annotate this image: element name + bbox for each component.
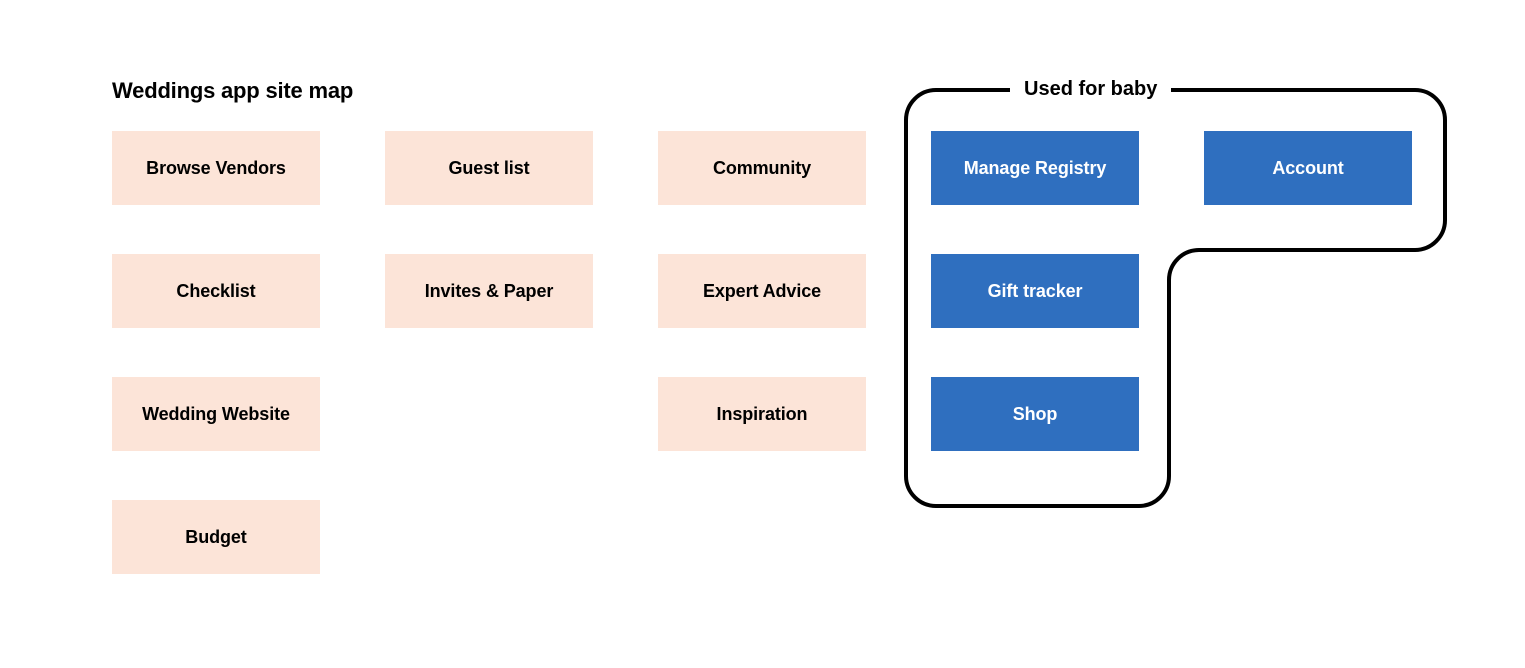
node-gift-tracker: Gift tracker — [931, 254, 1139, 328]
node-manage-registry: Manage Registry — [931, 131, 1139, 205]
node-label: Gift tracker — [988, 281, 1083, 302]
node-label: Browse Vendors — [146, 158, 286, 179]
node-label: Guest list — [448, 158, 529, 179]
node-guest-list: Guest list — [385, 131, 593, 205]
node-label: Budget — [185, 527, 246, 548]
node-browse-vendors: Browse Vendors — [112, 131, 320, 205]
group-label: Used for baby — [1010, 78, 1171, 101]
node-label: Checklist — [176, 281, 255, 302]
diagram-title: Weddings app site map — [112, 78, 353, 104]
node-inspiration: Inspiration — [658, 377, 866, 451]
node-label: Expert Advice — [703, 281, 821, 302]
node-label: Wedding Website — [142, 404, 290, 425]
node-budget: Budget — [112, 500, 320, 574]
node-label: Manage Registry — [964, 158, 1107, 179]
sitemap-diagram: Weddings app site map Used for baby Brow… — [0, 0, 1525, 668]
node-account: Account — [1204, 131, 1412, 205]
node-wedding-website: Wedding Website — [112, 377, 320, 451]
node-label: Inspiration — [717, 404, 808, 425]
node-expert-advice: Expert Advice — [658, 254, 866, 328]
node-community: Community — [658, 131, 866, 205]
node-label: Account — [1272, 158, 1343, 179]
node-shop: Shop — [931, 377, 1139, 451]
node-checklist: Checklist — [112, 254, 320, 328]
node-invites-paper: Invites & Paper — [385, 254, 593, 328]
node-label: Shop — [1013, 404, 1058, 425]
node-label: Community — [713, 158, 811, 179]
node-label: Invites & Paper — [425, 281, 554, 302]
